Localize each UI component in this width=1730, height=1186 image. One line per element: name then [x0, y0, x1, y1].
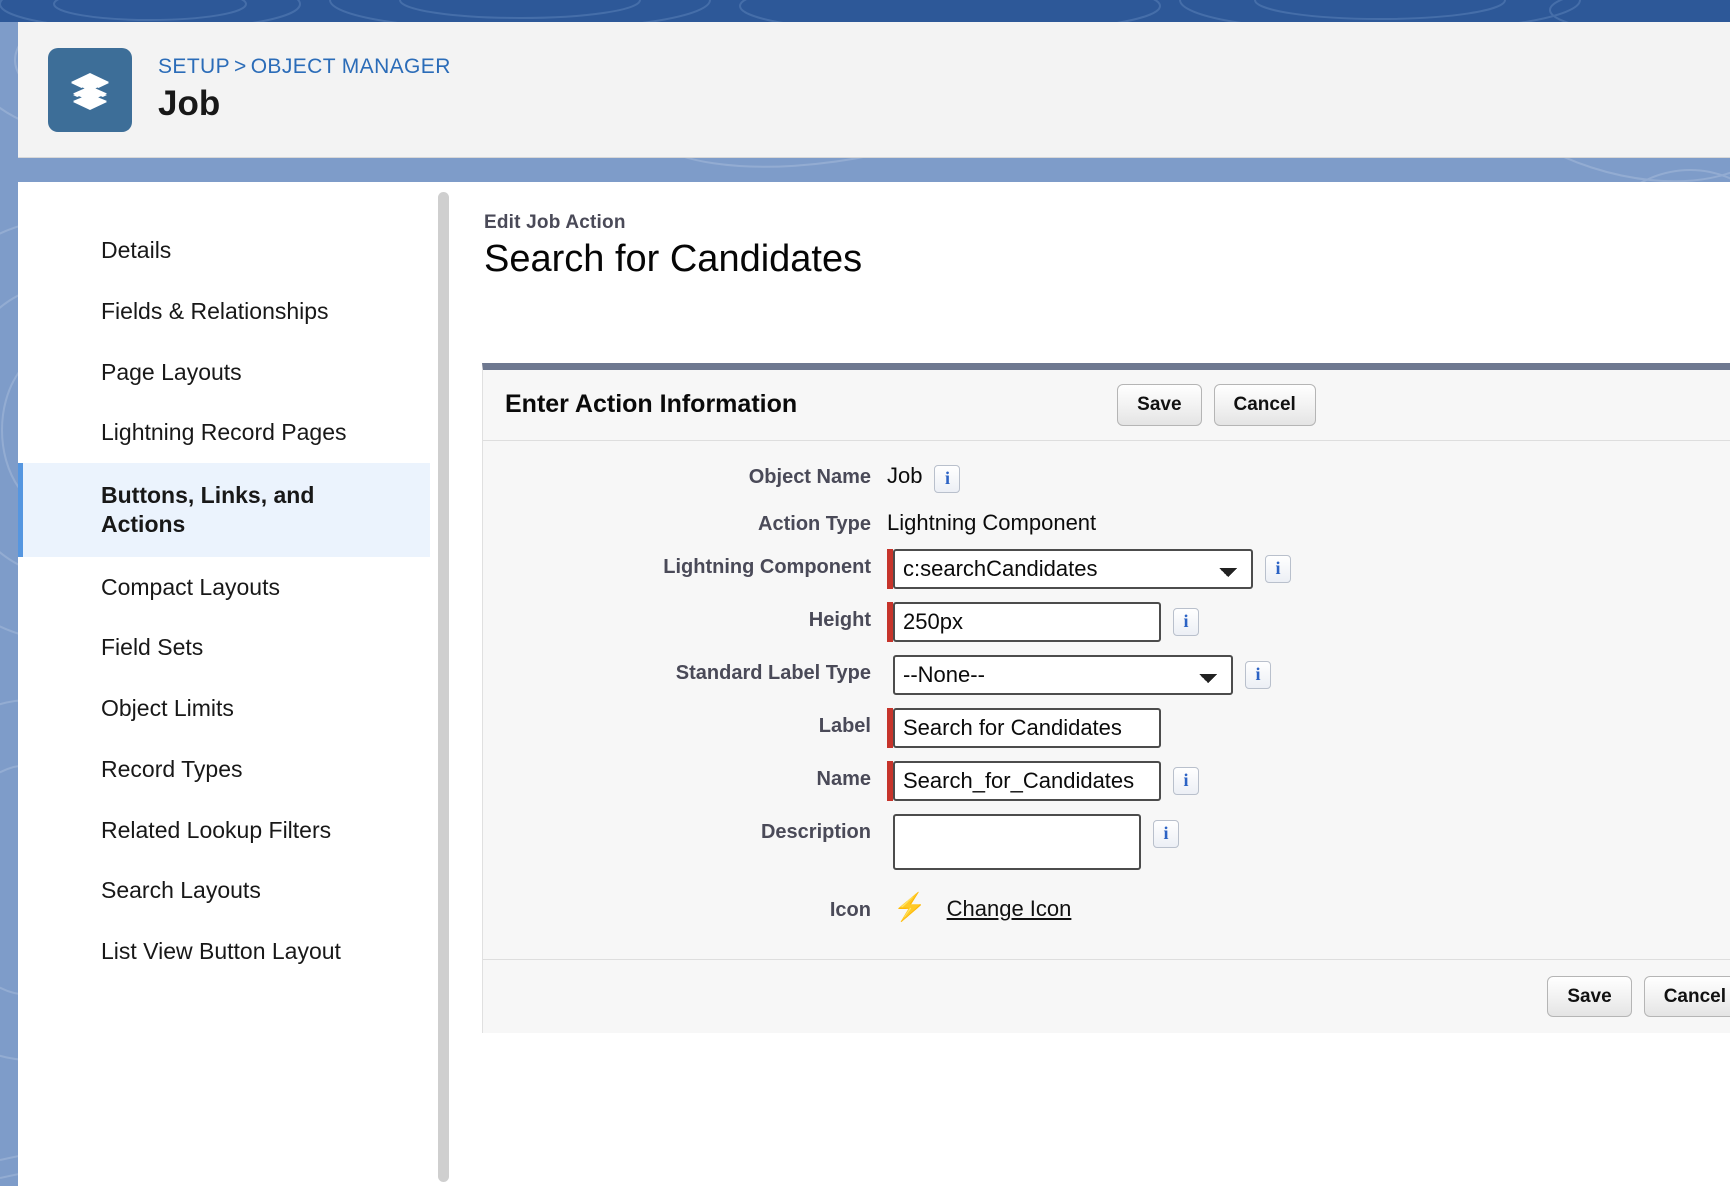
field-row-object-name: Object Name Job i — [483, 459, 1730, 493]
field-row-icon: Icon ⚡ Change Icon — [483, 892, 1730, 922]
sidebar-item-label: Page Layouts — [101, 358, 242, 385]
lightning-component-select[interactable]: c:searchCandidates — [893, 548, 1253, 589]
sidebar-item-label: Compact Layouts — [101, 573, 280, 600]
save-button-top[interactable]: Save — [1117, 383, 1202, 426]
label-input[interactable] — [893, 707, 1161, 748]
cancel-button-top[interactable]: Cancel — [1213, 383, 1316, 426]
scrollbar-thumb[interactable] — [437, 192, 449, 1182]
sidebar-item-label: Object Limits — [101, 695, 234, 721]
info-icon-lightning-component[interactable]: i — [1265, 554, 1291, 583]
content-scrollbar[interactable] — [430, 182, 456, 1186]
sidebar-item-list-view-button-layout[interactable]: List View Button Layout — [18, 921, 430, 982]
sidebar-item-compact-layouts[interactable]: Compact Layouts — [18, 557, 430, 618]
lightning-bolt-icon: ⚡ — [893, 891, 927, 922]
field-row-action-type: Action Type Lightning Component — [483, 506, 1730, 536]
info-icon-object-name[interactable]: i — [934, 464, 961, 493]
sidebar-item-related-lookup-filters[interactable]: Related Lookup Filters — [18, 800, 430, 861]
sidebar-item-label: Search Layouts — [101, 877, 261, 904]
main-pane: Edit Job Action Search for Candidates En… — [456, 182, 1730, 1186]
field-row-lightning-component: Lightning Component c:searchCandidates i — [483, 548, 1730, 589]
top-blue-band — [0, 0, 1730, 22]
panel-header-buttons: Save Cancel — [1117, 383, 1316, 426]
field-label: Object Name — [748, 465, 871, 488]
content-shell: Details Fields & Relationships Page Layo… — [18, 182, 1730, 1186]
sidebar-item-search-layouts[interactable]: Search Layouts — [18, 860, 430, 921]
action-form-panel: Enter Action Information Save Cancel Obj… — [482, 362, 1730, 1034]
cancel-button-bottom[interactable]: Cancel — [1643, 975, 1730, 1018]
field-label: Label — [818, 714, 871, 737]
layers-stack-icon — [48, 47, 132, 132]
sidebar-item-label: Details — [101, 237, 172, 263]
field-label: Height — [808, 608, 871, 631]
info-icon-name[interactable]: i — [1173, 766, 1199, 795]
field-row-name: Name i — [483, 760, 1730, 801]
panel-header: Enter Action Information Save Cancel — [483, 369, 1730, 441]
sidebar-item-object-limits[interactable]: Object Limits — [18, 678, 430, 739]
action-type-value: Lightning Component — [887, 509, 1097, 535]
info-icon-description[interactable]: i — [1153, 819, 1179, 848]
height-input[interactable] — [893, 601, 1161, 642]
object-name-value: Job — [887, 462, 923, 488]
info-icon-height[interactable]: i — [1173, 607, 1199, 636]
record-title: Search for Candidates — [484, 238, 863, 280]
panel-footer: Save Cancel — [483, 958, 1730, 1034]
standard-label-type-select[interactable]: --None-- — [893, 654, 1233, 695]
field-row-label: Label — [483, 707, 1730, 748]
sidebar-item-buttons-links-actions[interactable]: Buttons, Links, and Actions — [18, 463, 430, 557]
field-row-height: Height i — [483, 601, 1730, 642]
page-title: Job — [158, 84, 221, 124]
field-label: Icon — [829, 898, 871, 921]
sidebar-item-details[interactable]: Details — [18, 220, 430, 281]
sidebar-item-label: Related Lookup Filters — [101, 816, 332, 843]
field-label: Description — [760, 820, 871, 843]
panel-body: Object Name Job i Action Type Lightning … — [483, 441, 1730, 959]
breadcrumb-separator: > — [234, 55, 247, 79]
name-input[interactable] — [893, 760, 1161, 801]
sidebar-item-field-sets[interactable]: Field Sets — [18, 617, 430, 678]
field-label: Standard Label Type — [675, 661, 871, 684]
sidebar-item-label: Fields & Relationships — [101, 297, 329, 324]
save-button-bottom[interactable]: Save — [1547, 975, 1632, 1018]
description-textarea[interactable] — [893, 813, 1141, 870]
field-label: Name — [816, 767, 871, 790]
object-manager-sidebar: Details Fields & Relationships Page Layo… — [18, 182, 430, 1186]
sidebar-item-label: List View Button Layout — [101, 938, 341, 964]
sidebar-item-label: Buttons, Links, and Actions — [101, 482, 315, 537]
sidebar-item-label: Record Types — [101, 755, 243, 782]
top-band-pattern — [0, 0, 1581, 22]
sidebar-item-fields-relationships[interactable]: Fields & Relationships — [18, 281, 430, 342]
info-icon-standard-label-type[interactable]: i — [1245, 660, 1271, 689]
sidebar-item-label: Lightning Record Pages — [101, 419, 347, 446]
change-icon-link[interactable]: Change Icon — [947, 892, 1072, 922]
field-label: Lightning Component — [663, 555, 871, 578]
field-label: Action Type — [758, 512, 871, 535]
breadcrumb-setup-link[interactable]: SETUP — [158, 55, 230, 78]
field-row-description: Description i — [483, 813, 1730, 870]
sidebar-item-record-types[interactable]: Record Types — [18, 739, 430, 800]
breadcrumb: SETUP > OBJECT MANAGER — [158, 54, 451, 79]
breadcrumb-object-manager-link[interactable]: OBJECT MANAGER — [251, 55, 451, 78]
sidebar-item-lightning-record-pages[interactable]: Lightning Record Pages — [18, 402, 430, 463]
record-eyebrow: Edit Job Action — [484, 212, 626, 233]
sidebar-item-label: Field Sets — [101, 634, 204, 661]
sidebar-item-page-layouts[interactable]: Page Layouts — [18, 342, 430, 403]
panel-heading: Enter Action Information — [505, 390, 798, 419]
field-row-standard-label-type: Standard Label Type --None-- i — [483, 654, 1730, 695]
page-header: SETUP > OBJECT MANAGER Job — [18, 22, 1730, 158]
